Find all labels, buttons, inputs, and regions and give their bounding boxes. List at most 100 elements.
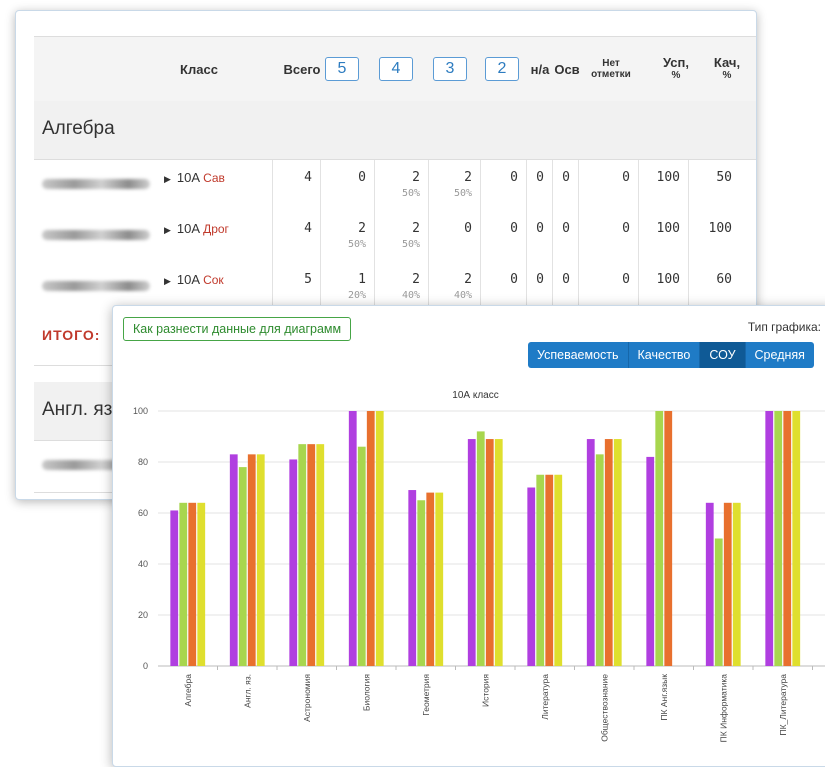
x-tick-label: ПК_Литература [778,674,788,736]
y-tick-label: 60 [138,508,148,518]
subject-name: Алгебра [42,118,115,139]
student-name-blurred [42,281,150,291]
y-tick-label: 40 [138,559,148,569]
grade-2-button[interactable]: 2 [485,57,519,81]
cell-percent: 50% [453,188,472,199]
bar [307,444,316,666]
bar [527,487,536,666]
header-kach-line1: Кач, [713,55,741,70]
cell-total: 4 [272,211,320,262]
bar [783,411,792,666]
cell-value: 0 [536,272,544,287]
cell-g5: 0 [320,160,374,211]
cell-value: 0 [562,221,570,236]
cell-value: 100 [708,221,732,236]
cell-usp: 100 [638,160,688,211]
grade-5-button[interactable]: 5 [325,57,359,81]
x-tick-label: Обществознание [599,674,609,742]
cell-value: 0 [510,272,518,287]
cell-g2: 0 [480,160,526,211]
bar [536,474,545,666]
cell-percent: 40% [401,290,420,301]
chart-type-label: Тип графика: [747,320,821,334]
bar [238,467,247,666]
cell-value: 0 [622,272,630,287]
klass-expand-toggle[interactable]: ▶ 10А Сав [164,170,225,185]
y-tick-label: 20 [138,610,148,620]
header-kach-line2: % [722,70,732,81]
grade-4-button[interactable]: 4 [379,57,413,81]
x-tick-label: Геометрия [421,674,431,716]
cell-total: 4 [272,160,320,211]
bar [256,454,265,666]
cell-g4: 2 50% [374,211,428,262]
klass-name: 10А [176,170,201,185]
cell-nomark: 0 [578,160,638,211]
x-tick-label: Алгебра [183,674,193,707]
table-row: ▶ 10А Дрог 4 2 50% 2 50% 0 0 0 0 0 100 100 [34,211,756,263]
cell-value: 4 [304,221,312,236]
cell-g5: 2 50% [320,211,374,262]
cell-na: 0 [526,160,552,211]
x-tick-label: ПК Анг.язык [659,674,669,721]
subject-name: Англ. яз. [42,399,118,420]
y-tick-label: 80 [138,457,148,467]
table-row: ▶ 10А Сав 4 0 2 50% 2 50% 0 0 0 0 100 50 [34,160,756,212]
bar [197,502,206,666]
grade-4-button-wrap: 4 [374,37,418,101]
bar [545,474,554,666]
cell-value: 0 [464,221,472,236]
bar [476,431,485,666]
cell-percent: 50% [401,188,420,199]
cell-usp: 100 [638,211,688,262]
x-tick-label: Биология [361,674,371,711]
chart-type-avg-button[interactable]: Средняя [745,342,814,368]
cell-g3: 2 50% [428,160,480,211]
cell-kach: 50 [688,160,740,211]
cell-value: 0 [562,170,570,185]
cell-value: 0 [358,170,366,185]
cell-kach: 100 [688,211,740,262]
cell-value: 2 [412,170,420,185]
klass-name: 10А [176,272,201,287]
cell-osv: 0 [552,160,578,211]
bar [417,500,426,666]
chart-type-usp-button[interactable]: Успеваемость [528,342,629,368]
header-usp-line2: % [671,70,681,81]
x-tick-label: Астрономия [302,674,312,722]
bar [792,411,801,666]
chart-type-sou-button[interactable]: СОУ [700,342,746,368]
x-tick-label: История [480,674,490,707]
cell-value: 0 [536,221,544,236]
cell-osv: 0 [552,211,578,262]
cell-value: 0 [622,170,630,185]
header-osv: Осв [554,61,580,77]
cell-value: 100 [656,221,680,236]
klass-expand-toggle[interactable]: ▶ 10А Сок [164,272,224,287]
bar [723,502,732,666]
bar [613,439,622,666]
bar [554,474,563,666]
table-header: Класс Всего 5 4 3 2 н/а Осв Нет отметки … [34,36,756,102]
chart-help-link[interactable]: Как разнести данные для диаграмм [123,317,352,341]
grade-3-button[interactable]: 3 [433,57,467,81]
bar [604,439,613,666]
klass-name: 10А [176,221,201,236]
klass-expand-toggle[interactable]: ▶ 10А Дрог [164,221,229,236]
cell-value: 4 [304,170,312,185]
cell-na: 0 [526,211,552,262]
chart-type-kach-button[interactable]: Качество [628,342,701,368]
cell-g2: 0 [480,211,526,262]
x-tick-label: Англ. яз. [242,674,252,708]
bar [485,439,494,666]
cell-value: 0 [622,221,630,236]
bar [229,454,238,666]
bar [179,502,188,666]
header-usp: Усп, % [656,37,696,101]
bar [188,502,197,666]
header-no-mark: Нет отметки [587,37,635,101]
cell-value: 0 [510,221,518,236]
cell-value: 50 [716,170,732,185]
bar [494,439,503,666]
itogo-label: ИТОГО: [42,327,101,343]
